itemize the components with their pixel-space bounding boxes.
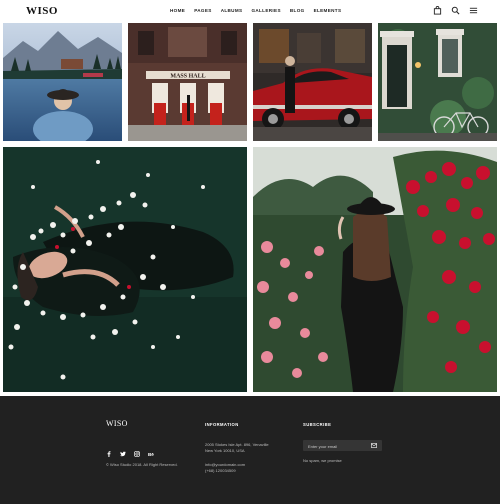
behance-icon[interactable]: Bē — [148, 451, 154, 457]
social-links: Bē — [106, 451, 154, 457]
site-header: WISO HOME PAGES ALBUMS GALLERIES BLOG EL… — [0, 0, 500, 22]
photo-red-car[interactable] — [253, 23, 372, 141]
photo-woman-flowers-water[interactable] — [3, 147, 247, 392]
lake-mountain-image — [3, 23, 122, 141]
subscribe-note: No spam, we promise — [303, 458, 342, 463]
footer-copyright: © Wiso Studio 2018. All Right Reserved. — [106, 462, 178, 467]
music-hall-image: MASS HALL — [128, 23, 247, 141]
subscribe-email-placeholder: Enter your email — [308, 443, 338, 449]
main-nav: HOME PAGES ALBUMS GALLERIES BLOG ELEMENT… — [170, 8, 350, 13]
search-icon[interactable] — [451, 6, 460, 15]
nav-item-galleries[interactable]: GALLERIES — [251, 8, 280, 13]
nav-item-elements[interactable]: ELEMENTS — [314, 8, 342, 13]
hall-sign-text: MASS HALL — [170, 74, 205, 80]
subscribe-heading: SUBSCRIBE — [303, 422, 332, 427]
photo-lake-mountain[interactable] — [3, 23, 122, 141]
footer-logo[interactable]: WISO — [106, 419, 128, 428]
photo-music-hall[interactable]: MASS HALL — [128, 23, 247, 141]
contact-phone: (+68) 120034509 — [205, 468, 236, 473]
twitter-icon[interactable] — [120, 451, 126, 457]
flowers-water-image — [3, 147, 247, 392]
nav-item-pages[interactable]: PAGES — [194, 8, 212, 13]
nav-item-blog[interactable]: BLOG — [290, 8, 305, 13]
facebook-icon[interactable] — [106, 451, 112, 457]
envelope-icon[interactable] — [371, 443, 377, 448]
red-car-image — [253, 23, 372, 141]
nav-item-albums[interactable]: ALBUMS — [221, 8, 243, 13]
address-line-2: New York 10010, USA — [205, 448, 245, 453]
photo-green-house-bicycle[interactable] — [378, 23, 497, 141]
subscribe-email-field[interactable]: Enter your email — [303, 440, 382, 451]
information-heading: INFORMATION — [205, 422, 239, 427]
header-icons — [433, 6, 478, 15]
svg-text:Bē: Bē — [148, 452, 154, 457]
nav-item-home[interactable]: HOME — [170, 8, 185, 13]
photo-woman-roses[interactable] — [253, 147, 497, 392]
site-footer: WISO Bē © Wiso Studio 2018. All Right Re… — [0, 396, 500, 504]
menu-icon[interactable] — [469, 6, 478, 15]
site-logo[interactable]: WISO — [26, 5, 58, 17]
green-house-image — [378, 23, 497, 141]
roses-image — [253, 147, 497, 392]
instagram-icon[interactable] — [134, 451, 140, 457]
bag-icon[interactable] — [433, 6, 442, 15]
